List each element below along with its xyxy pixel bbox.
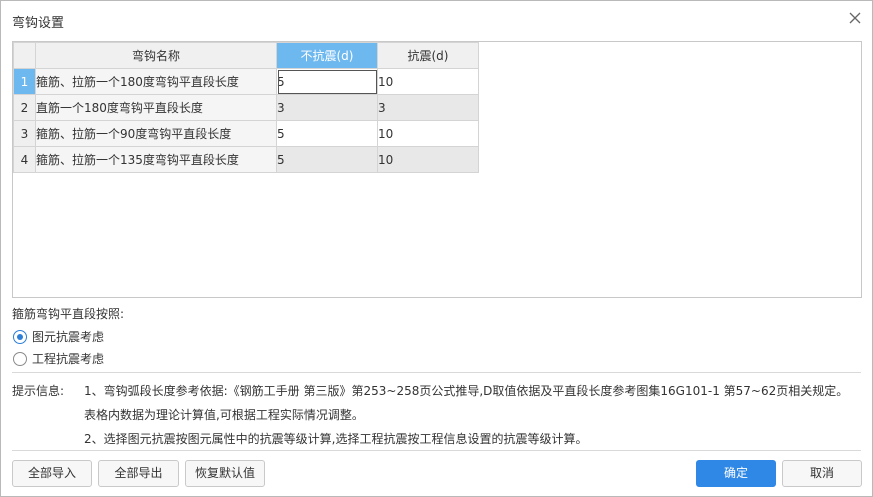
nonseismic-cell[interactable]: 5 bbox=[276, 120, 378, 147]
col-header-name[interactable]: 弯钩名称 bbox=[35, 42, 277, 69]
cancel-button[interactable]: 取消 bbox=[782, 460, 862, 487]
restore-default-button[interactable]: 恢复默认值 bbox=[185, 460, 265, 487]
import-all-button[interactable]: 全部导入 bbox=[12, 460, 92, 487]
radio-unchecked-icon[interactable] bbox=[13, 351, 27, 366]
hook-name-cell: 箍筋、拉筋一个135度弯钩平直段长度 bbox=[35, 146, 277, 173]
hint-line: 1、弯钩弧段长度参考依据:《钢筋工手册 第三版》第253~258页公式推导,D取… bbox=[84, 384, 849, 398]
row-number[interactable]: 4 bbox=[13, 146, 36, 173]
stirrup-option-label: 箍筋弯钩平直段按照: bbox=[12, 307, 125, 321]
hint-label: 提示信息: bbox=[12, 384, 65, 398]
hook-table: 弯钩名称 不抗震(d) 抗震(d) 1 箍筋、拉筋一个180度弯钩平直段长度 5… bbox=[13, 42, 479, 173]
divider bbox=[12, 450, 861, 451]
table-row: 1 箍筋、拉筋一个180度弯钩平直段长度 5 10 bbox=[13, 68, 479, 95]
table-header-row: 弯钩名称 不抗震(d) 抗震(d) bbox=[13, 42, 479, 69]
table-row: 4 箍筋、拉筋一个135度弯钩平直段长度 5 10 bbox=[13, 146, 479, 173]
export-all-button[interactable]: 全部导出 bbox=[98, 460, 179, 487]
hook-name-cell: 箍筋、拉筋一个180度弯钩平直段长度 bbox=[35, 68, 277, 95]
radio-element-seismic[interactable]: 图元抗震考虑 bbox=[13, 328, 104, 345]
col-header-nonseismic[interactable]: 不抗震(d) bbox=[276, 42, 378, 69]
ok-button[interactable]: 确定 bbox=[696, 460, 776, 487]
nonseismic-cell[interactable]: 5 bbox=[276, 68, 378, 95]
close-icon[interactable] bbox=[848, 11, 862, 25]
row-number-header bbox=[13, 42, 36, 69]
row-number[interactable]: 2 bbox=[13, 94, 36, 121]
row-number[interactable]: 3 bbox=[13, 120, 36, 147]
radio-checked-icon[interactable] bbox=[13, 329, 27, 344]
title-bar: 弯钩设置 bbox=[1, 1, 872, 37]
hint-line: 2、选择图元抗震按图元属性中的抗震等级计算,选择工程抗震按工程信息设置的抗震等级… bbox=[84, 432, 588, 446]
dialog-title: 弯钩设置 bbox=[12, 16, 65, 31]
radio-label[interactable]: 图元抗震考虑 bbox=[32, 328, 104, 345]
hint-line: 表格内数据为理论计算值,可根据工程实际情况调整。 bbox=[84, 408, 364, 422]
seismic-cell[interactable]: 10 bbox=[377, 120, 479, 147]
hook-settings-dialog: 弯钩设置 弯钩名称 不抗震(d) 抗震(d) 1 箍筋、拉筋一个180度弯钩平直… bbox=[0, 0, 873, 497]
seismic-cell: 10 bbox=[377, 146, 479, 173]
radio-project-seismic[interactable]: 工程抗震考虑 bbox=[13, 350, 104, 367]
nonseismic-cell: 5 bbox=[276, 146, 378, 173]
table-row: 3 箍筋、拉筋一个90度弯钩平直段长度 5 10 bbox=[13, 120, 479, 147]
row-number[interactable]: 1 bbox=[13, 68, 36, 95]
seismic-cell[interactable]: 10 bbox=[377, 68, 479, 95]
col-header-seismic[interactable]: 抗震(d) bbox=[377, 42, 479, 69]
hook-name-cell: 直筋一个180度弯钩平直段长度 bbox=[35, 94, 277, 121]
radio-label[interactable]: 工程抗震考虑 bbox=[32, 350, 104, 367]
seismic-cell: 3 bbox=[377, 94, 479, 121]
hook-name-cell: 箍筋、拉筋一个90度弯钩平直段长度 bbox=[35, 120, 277, 147]
nonseismic-cell: 3 bbox=[276, 94, 378, 121]
divider bbox=[12, 372, 861, 373]
table-row: 2 直筋一个180度弯钩平直段长度 3 3 bbox=[13, 94, 479, 121]
hook-table-container: 弯钩名称 不抗震(d) 抗震(d) 1 箍筋、拉筋一个180度弯钩平直段长度 5… bbox=[12, 41, 862, 298]
